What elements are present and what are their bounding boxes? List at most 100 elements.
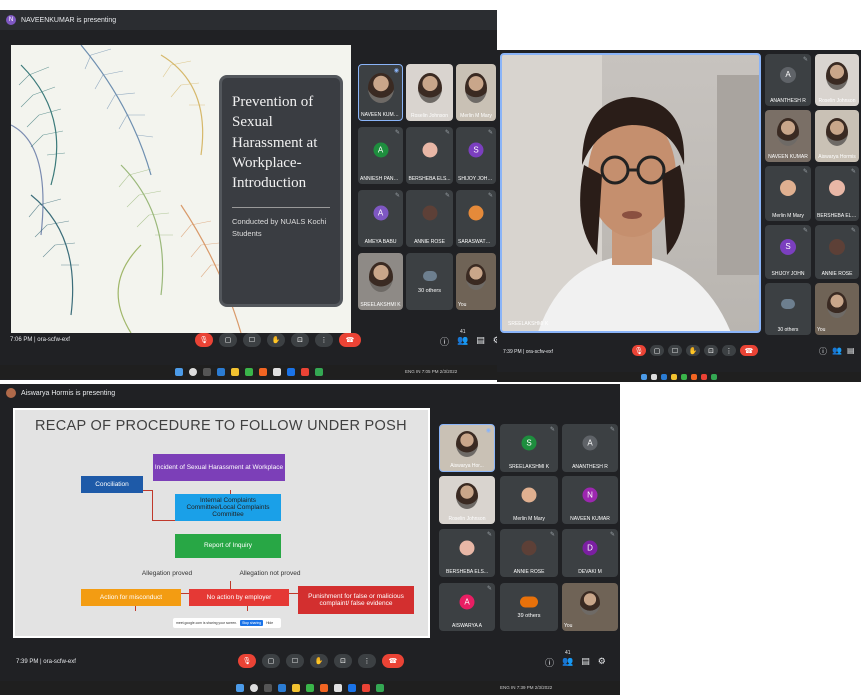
app-icon[interactable] [306,684,314,692]
app-icon[interactable] [300,368,309,376]
app-icon[interactable] [286,368,295,376]
self-tile[interactable]: You [815,283,859,335]
participant-tile[interactable]: ✎ A ANANTHESH R [765,54,811,106]
participant-tile[interactable]: ✎ ANNIE ROSE [500,529,558,577]
app-icon[interactable] [691,374,697,380]
people-icon[interactable]: 👥 [832,346,842,357]
participant-tile[interactable]: ✎ S SHIJOY JOHN [765,225,811,279]
activities-icon[interactable]: ⚙ [598,656,606,669]
raise-hand-button[interactable]: ✋ [310,654,328,668]
info-icon[interactable]: ⓘ [545,656,554,669]
participant-tile[interactable]: N NAVEEN KUMAR [562,476,618,524]
chrome-icon[interactable] [376,684,384,692]
captions-button[interactable]: ☐ [668,345,682,356]
participant-tile[interactable]: ✎ S SREELAKSHMI K [500,424,558,472]
participant-tile[interactable]: Aiswarya Hormis [815,110,859,162]
more-options-button[interactable]: ⋮ [358,654,376,668]
more-options-button[interactable]: ⋮ [722,345,736,356]
search-icon[interactable] [188,368,197,376]
chat-icon[interactable]: ▤ [581,656,590,669]
participant-tile[interactable]: ✎ A ANNIESH PAND... [358,127,403,184]
camera-button[interactable]: ▢ [219,333,237,347]
info-icon[interactable]: ⓘ [440,335,449,348]
avatar [521,487,537,503]
taskview-icon[interactable] [202,368,211,376]
chat-icon[interactable]: ▤ [476,335,485,348]
folder-icon[interactable] [292,684,300,692]
end-call-button[interactable]: ☎ [382,654,404,668]
start-icon[interactable] [236,684,244,692]
camera-button[interactable]: ▢ [650,345,664,356]
others-tile[interactable]: 39 others [500,583,558,631]
camera-button[interactable]: ▢ [262,654,280,668]
present-button[interactable]: ⊡ [291,333,309,347]
app-icon[interactable] [244,368,253,376]
mic-button[interactable]: 🎙 [632,345,646,356]
end-call-button[interactable]: ☎ [339,333,361,347]
participant-tile[interactable]: Roselin Johnson [815,54,859,106]
participant-tile[interactable]: ✎ ANNIE ROSE [815,225,859,279]
present-button[interactable]: ⊡ [704,345,718,356]
chrome-icon[interactable] [314,368,323,376]
start-icon[interactable] [174,368,183,376]
raise-hand-button[interactable]: ✋ [267,333,285,347]
folder-icon[interactable] [230,368,239,376]
participant-tile[interactable]: ✎ D DEVAKI M [562,529,618,577]
raise-hand-button[interactable]: ✋ [686,345,700,356]
self-tile[interactable]: You [456,253,496,310]
self-tile[interactable]: You [562,583,618,631]
hide-button[interactable]: Hide [266,621,273,625]
app-icon[interactable] [258,368,267,376]
start-icon[interactable] [641,374,647,380]
app-icon[interactable] [216,368,225,376]
others-tile[interactable]: 30 others [406,253,453,310]
present-button[interactable]: ⊡ [334,654,352,668]
people-icon[interactable]: 👥 41 [562,650,573,669]
chrome-icon[interactable] [711,374,717,380]
participant-tile[interactable]: ✎ BERSHEBA ELSA [815,166,859,221]
participant-tile[interactable]: ✎ ANNIE ROSE [406,190,453,247]
participant-tile[interactable]: Merlin M Mary [500,476,558,524]
participant-tile[interactable]: ✎ BERSHEBA ELS... [439,529,495,577]
app-icon[interactable] [348,684,356,692]
search-icon[interactable] [651,374,657,380]
participant-tile[interactable]: ✎ A AISWARYA A [439,583,495,631]
participant-tile[interactable]: ✎ Merlin M Mary [765,166,811,221]
app-icon[interactable] [278,684,286,692]
participant-tile[interactable]: Merlin M Mary [456,64,496,121]
mic-button[interactable]: 🎙 [238,654,256,668]
participant-tile[interactable]: ◉ Aiswarya Hor... [439,424,495,472]
search-icon[interactable] [250,684,258,692]
app-icon[interactable] [334,684,342,692]
more-options-button[interactable]: ⋮ [315,333,333,347]
people-icon[interactable]: 👥 41 [457,329,468,348]
app-icon[interactable] [701,374,707,380]
app-icon[interactable] [362,684,370,692]
captions-button[interactable]: ☐ [243,333,261,347]
participant-tile[interactable]: SREELAKSHMI K [358,253,403,310]
participant-tile[interactable]: ✎ A ANANTHESH R [562,424,618,472]
participant-tile[interactable]: ✎ S SHIJOY JOHN... [456,127,496,184]
participant-tile[interactable]: ✎ A AMEYA BABU [358,190,403,247]
chat-icon[interactable]: ▤ [847,346,855,357]
participant-tile[interactable]: NAVEEN KUMAR [765,110,811,162]
participant-tile[interactable]: ✎ SARASWATHY P [456,190,496,247]
app-icon[interactable] [681,374,687,380]
participant-tile[interactable]: ✎ BERSHEBA ELS... [406,127,453,184]
others-tile[interactable]: 30 others [765,283,811,335]
participant-tile[interactable]: Roselin Johnson [439,476,495,524]
app-icon[interactable] [272,368,281,376]
app-icon[interactable] [661,374,667,380]
stop-sharing-button[interactable]: Stop sharing [240,620,264,626]
allegation-not-proved-label: Allegation not proved [225,568,315,580]
presenting-bar: N NAVEENKUMAR is presenting [0,10,497,30]
folder-icon[interactable] [671,374,677,380]
taskview-icon[interactable] [264,684,272,692]
app-icon[interactable] [320,684,328,692]
end-call-button[interactable]: ☎ [740,345,758,356]
participant-tile[interactable]: ◉ NAVEEN KUMAR [358,64,403,121]
captions-button[interactable]: ☐ [286,654,304,668]
participant-tile[interactable]: Roselin Johnson [406,64,453,121]
info-icon[interactable]: ⓘ [819,346,827,357]
mic-button[interactable]: 🎙 [195,333,213,347]
